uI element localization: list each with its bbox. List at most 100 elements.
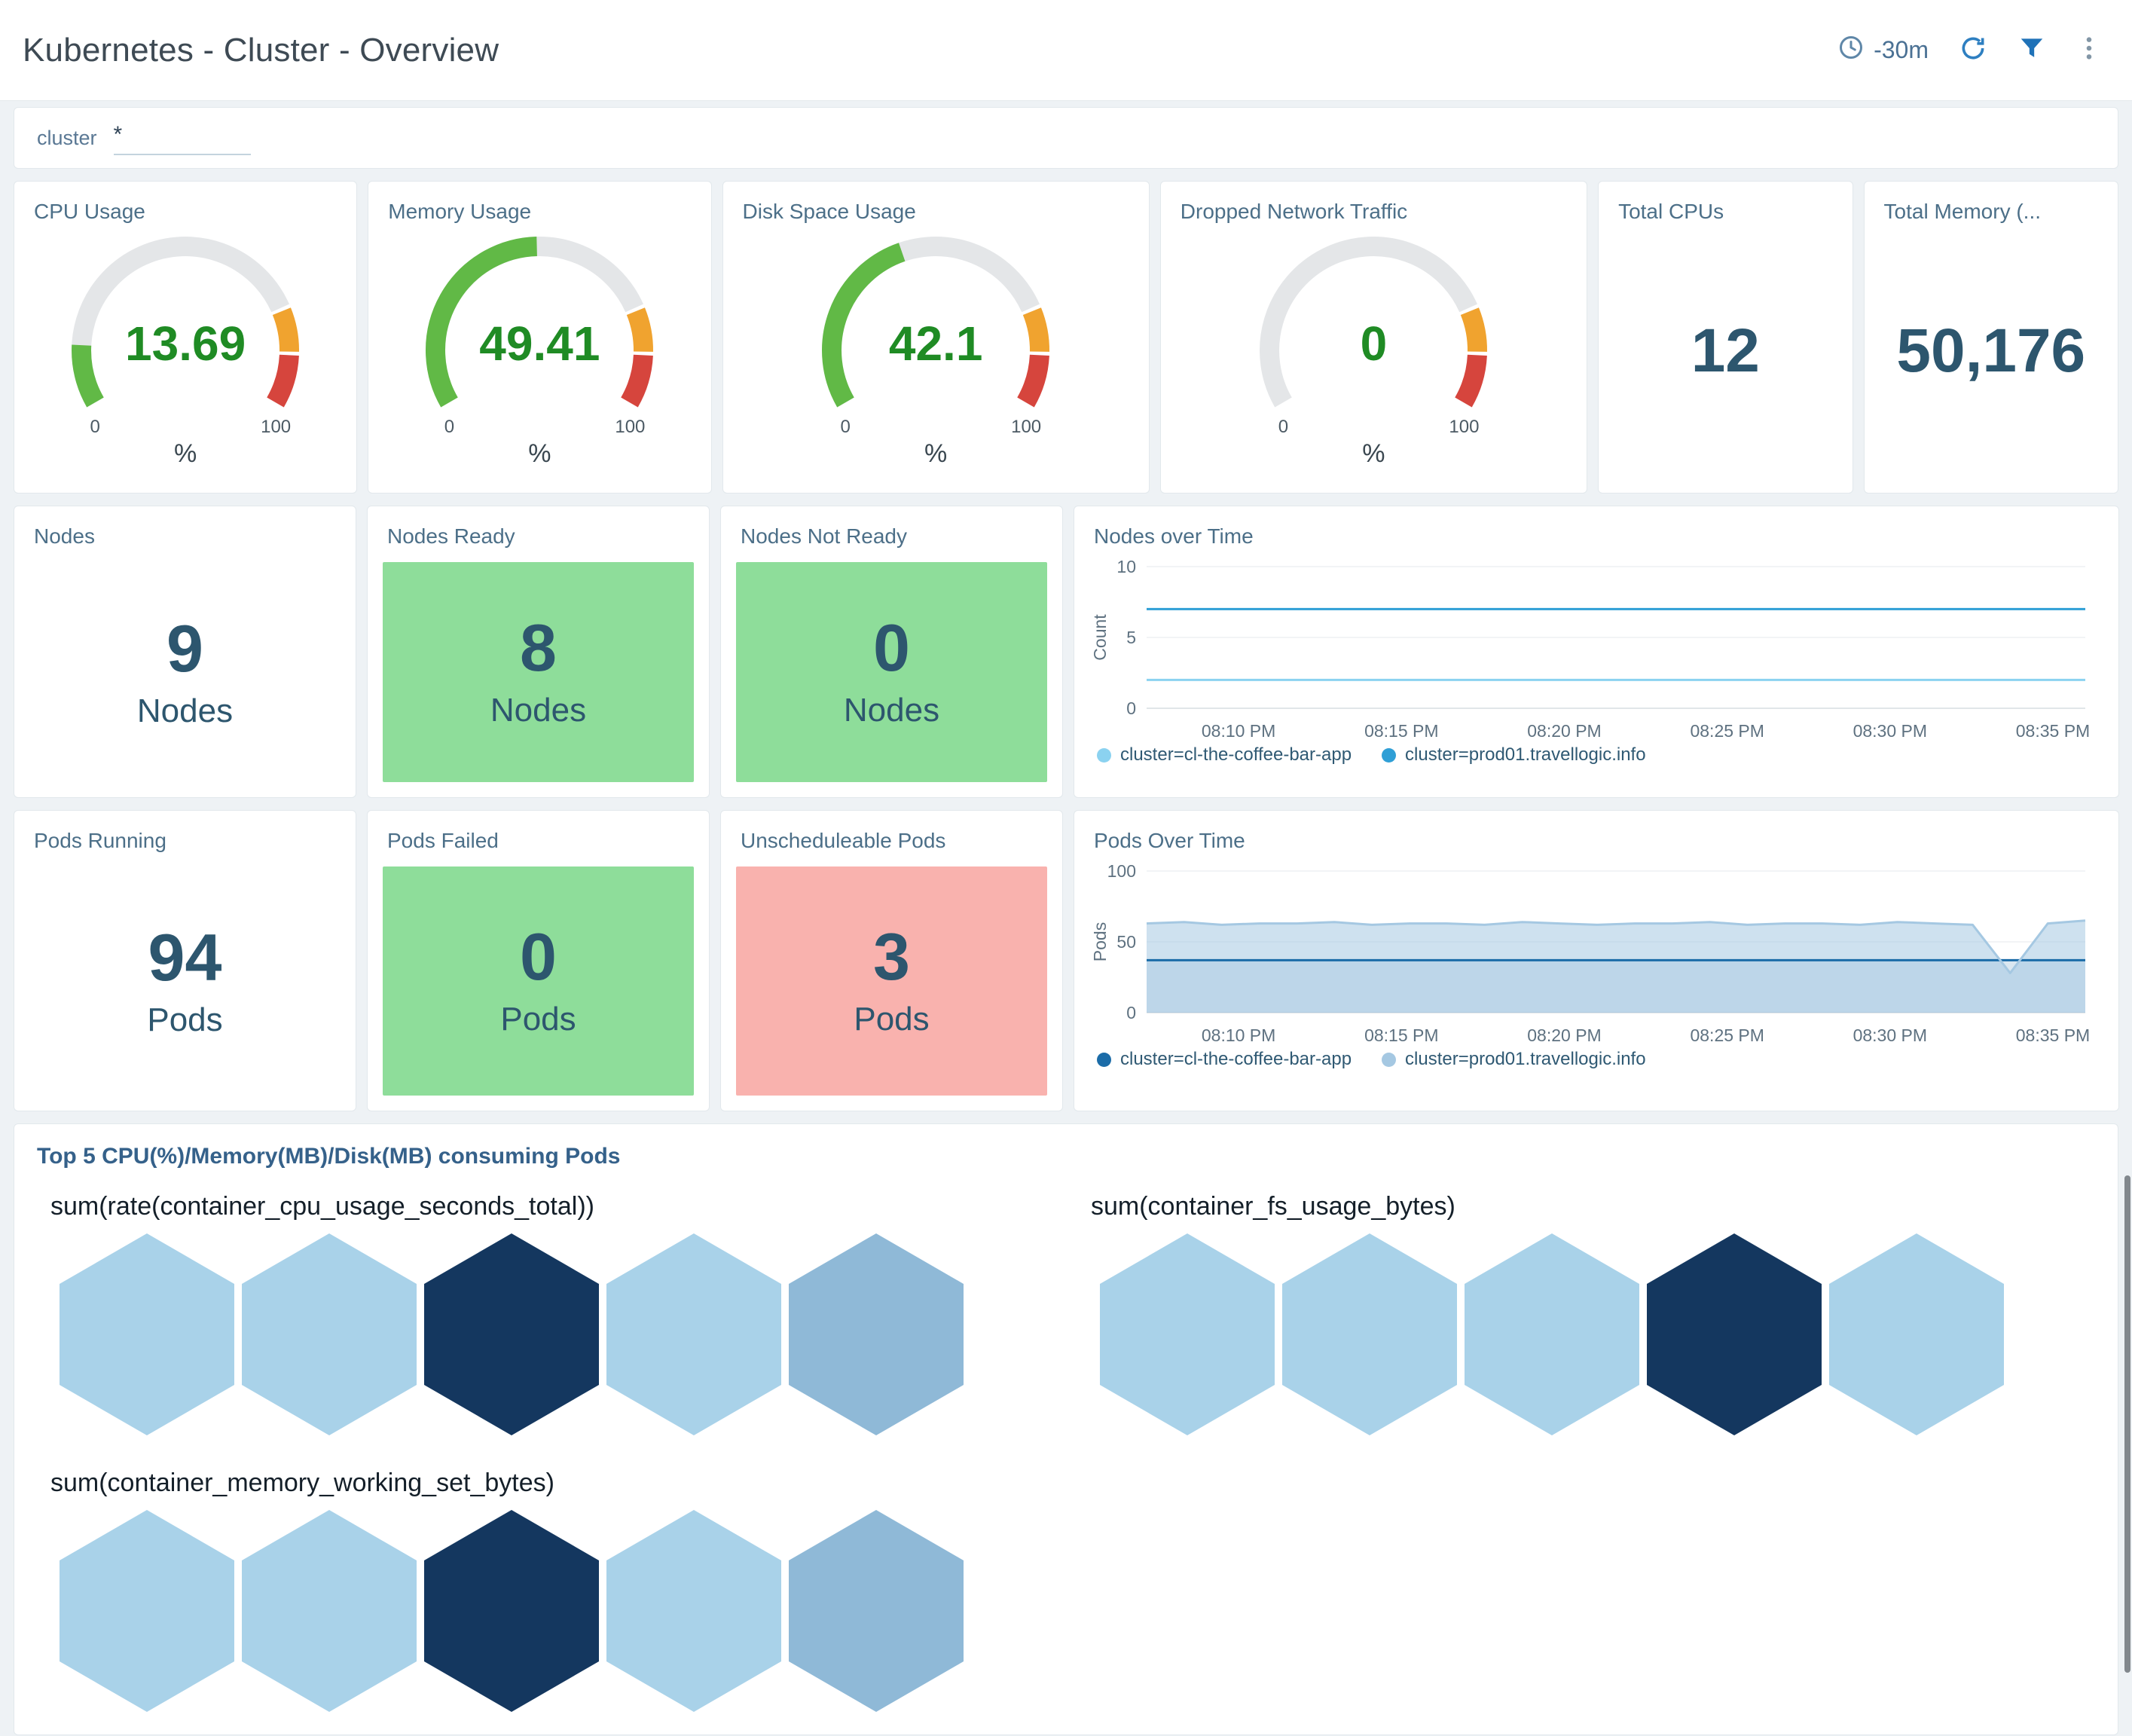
legend-dot <box>1097 748 1111 763</box>
panel-nodes: Nodes 9 Nodes <box>14 506 356 798</box>
filter-bar: cluster * <box>14 107 2118 169</box>
panel-pods-running: Pods Running 94 Pods <box>14 810 356 1111</box>
svg-text:08:10 PM: 08:10 PM <box>1202 721 1275 741</box>
legend-item[interactable]: cluster=cl-the-coffee-bar-app <box>1097 1049 1352 1070</box>
svg-text:08:25 PM: 08:25 PM <box>1690 721 1764 741</box>
panel-total-cpus: Total CPUs 12 <box>1598 181 1853 494</box>
panel-unscheduleable-pods: Unscheduleable Pods 3 Pods <box>720 810 1063 1111</box>
gauge-value: 42.1 <box>777 316 1094 371</box>
hex-cell[interactable] <box>1829 1233 2004 1435</box>
panel-title: Nodes Ready <box>368 506 709 549</box>
svg-text:100: 100 <box>1107 861 1136 881</box>
tile-value: 94 <box>148 925 222 991</box>
hex-cell[interactable] <box>1100 1233 1275 1435</box>
svg-text:50: 50 <box>1116 932 1136 952</box>
honeycomb-title: sum(rate(container_cpu_usage_seconds_tot… <box>50 1192 1077 1221</box>
kebab-menu-icon <box>2076 33 2102 67</box>
panel-pods-failed: Pods Failed 0 Pods <box>367 810 710 1111</box>
kebab-menu-button[interactable] <box>2076 33 2102 67</box>
svg-text:Count: Count <box>1094 614 1110 661</box>
gauge-value: 13.69 <box>27 316 344 371</box>
honeycomb-grid: sum(rate(container_cpu_usage_seconds_tot… <box>37 1192 2118 1712</box>
tile-label: Nodes <box>490 692 586 729</box>
svg-text:08:20 PM: 08:20 PM <box>1527 721 1601 741</box>
panel-title: Total CPUs <box>1599 182 1852 224</box>
hex-cell[interactable] <box>424 1233 599 1435</box>
hex-cell[interactable] <box>789 1510 964 1712</box>
panel-title: Total Memory (... <box>1865 182 2118 224</box>
funnel-icon <box>2017 34 2046 66</box>
nodes-ready-tile: 8 Nodes <box>383 562 694 782</box>
time-range-button[interactable]: -30m <box>1837 34 1929 67</box>
nodes-row: Nodes 9 Nodes Nodes Ready 8 Nodes Nodes … <box>14 506 2118 798</box>
hex-cell[interactable] <box>1465 1233 1639 1435</box>
hex-cell[interactable] <box>424 1510 599 1712</box>
svg-text:08:35 PM: 08:35 PM <box>2016 1025 2090 1045</box>
panel-pods-over-time: Pods Over Time 05010008:10 PM08:15 PM08:… <box>1074 810 2119 1111</box>
tile-label: Nodes <box>137 692 233 730</box>
legend-dot <box>1382 748 1396 763</box>
time-range-label: -30m <box>1874 36 1929 64</box>
legend-item[interactable]: cluster=prod01.travellogic.info <box>1382 744 1646 766</box>
gauge-unit-label: % <box>777 439 1094 469</box>
dropped-traffic-gauge: 0 0 100 % <box>1215 231 1532 469</box>
cpu-usage-gauge: 13.69 0 100 % <box>27 231 344 469</box>
cluster-filter-label: cluster <box>37 127 97 150</box>
pods-over-time-chart: 05010008:10 PM08:15 PM08:20 PM08:25 PM08… <box>1094 859 2103 1047</box>
gauge-max-label: 100 <box>1003 417 1049 438</box>
tile-label: Pods <box>147 1001 222 1039</box>
panel-title: Nodes <box>14 506 356 549</box>
gauge-value: 0 <box>1215 316 1532 371</box>
panel-title: Pods Running <box>14 811 356 853</box>
panel-cpu-usage: CPU Usage 13.69 0 100 % <box>14 181 357 494</box>
legend-label: cluster=cl-the-coffee-bar-app <box>1120 1049 1352 1070</box>
gauge-min-label: 0 <box>823 417 868 438</box>
panel-title: Pods Failed <box>368 811 709 853</box>
honeycomb-cpu: sum(rate(container_cpu_usage_seconds_tot… <box>37 1192 1077 1435</box>
honeycomb-memory: sum(container_memory_working_set_bytes) <box>37 1469 1077 1712</box>
gauges-row: CPU Usage 13.69 0 100 % Memory Usage 49.… <box>14 181 2118 494</box>
hex-row <box>37 1233 1077 1435</box>
vertical-scrollbar[interactable] <box>2124 1175 2130 1673</box>
hex-cell[interactable] <box>242 1233 417 1435</box>
filter-button[interactable] <box>2017 34 2046 66</box>
legend-dot <box>1097 1053 1111 1067</box>
tile-label: Nodes <box>844 692 939 729</box>
hex-row <box>37 1510 1077 1712</box>
panel-top-consuming-pods: Top 5 CPU(%)/Memory(MB)/Disk(MB) consumi… <box>14 1123 2118 1735</box>
panel-nodes-over-time: Nodes over Time 051008:10 PM08:15 PM08:2… <box>1074 506 2119 798</box>
gauge-unit-label: % <box>27 439 344 469</box>
gauge-unit-label: % <box>381 439 698 469</box>
hex-cell[interactable] <box>1282 1233 1457 1435</box>
legend-item[interactable]: cluster=cl-the-coffee-bar-app <box>1097 744 1352 766</box>
gauge-unit-label: % <box>1215 439 1532 469</box>
hex-cell[interactable] <box>1647 1233 1822 1435</box>
legend-item[interactable]: cluster=prod01.travellogic.info <box>1382 1049 1646 1070</box>
hex-cell[interactable] <box>60 1233 234 1435</box>
refresh-button[interactable] <box>1959 34 1987 66</box>
panel-disk-space-usage: Disk Space Usage 42.1 0 100 % <box>722 181 1150 494</box>
pods-failed-tile: 0 Pods <box>383 866 694 1096</box>
panel-memory-usage: Memory Usage 49.41 0 100 % <box>368 181 711 494</box>
hex-cell[interactable] <box>606 1233 781 1435</box>
refresh-icon <box>1959 34 1987 66</box>
disk-space-gauge: 42.1 0 100 % <box>777 231 1094 469</box>
panel-nodes-not-ready: Nodes Not Ready 0 Nodes <box>720 506 1063 798</box>
chart-legend: cluster=cl-the-coffee-bar-app cluster=pr… <box>1097 1049 2118 1070</box>
memory-usage-gauge: 49.41 0 100 % <box>381 231 698 469</box>
panel-title: Pods Over Time <box>1074 811 2118 853</box>
cluster-filter-input[interactable]: * <box>114 121 251 155</box>
hex-cell[interactable] <box>789 1233 964 1435</box>
panel-title: CPU Usage <box>14 182 356 224</box>
hex-cell[interactable] <box>242 1510 417 1712</box>
unscheduleable-pods-tile: 3 Pods <box>736 866 1047 1096</box>
tile-value: 3 <box>873 924 910 990</box>
total-memory-body: 50,176 <box>1865 224 2118 493</box>
hex-cell[interactable] <box>60 1510 234 1712</box>
hex-cell[interactable] <box>606 1510 781 1712</box>
nodes-tile: 9 Nodes <box>14 549 356 797</box>
total-cpus-value: 12 <box>1691 316 1760 402</box>
total-memory-value: 50,176 <box>1896 316 2085 402</box>
gauge-value: 49.41 <box>381 316 698 371</box>
legend-label: cluster=prod01.travellogic.info <box>1405 1049 1646 1070</box>
